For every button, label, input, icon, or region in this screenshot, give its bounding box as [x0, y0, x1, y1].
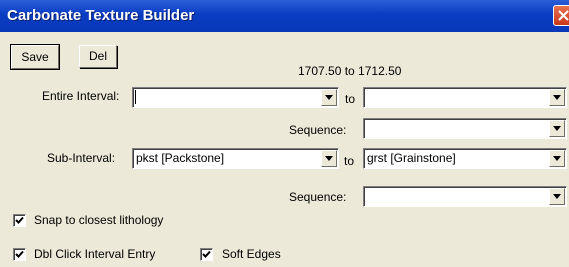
interval-range-label: 1707.50 to 1712.50: [298, 64, 402, 78]
entire-interval-to-dropdown-arrow[interactable]: [549, 89, 565, 106]
sequence-1-dropdown-arrow[interactable]: [549, 120, 565, 137]
entire-interval-to-select[interactable]: [363, 87, 567, 108]
sub-interval-to-label: to: [344, 154, 355, 168]
save-button[interactable]: Save: [10, 44, 60, 70]
sub-interval-from-dropdown-arrow[interactable]: [321, 150, 337, 167]
entire-interval-from-select[interactable]: [132, 87, 339, 108]
chevron-down-icon: [325, 95, 333, 100]
checkmark-icon: [202, 250, 211, 258]
soft-edges-checkbox[interactable]: [200, 248, 213, 261]
chevron-down-icon: [553, 95, 561, 100]
snap-label: Snap to closest lithology: [34, 213, 164, 227]
chevron-down-icon: [553, 126, 561, 131]
entire-interval-label: Entire Interval:: [42, 89, 120, 103]
soft-edges-label: Soft Edges: [222, 247, 281, 261]
sequence-1-select[interactable]: [363, 118, 567, 139]
checkmark-icon: [15, 250, 24, 258]
sub-interval-to-dropdown-arrow[interactable]: [549, 150, 565, 167]
sub-interval-from-select[interactable]: pkst [Packstone]: [132, 148, 339, 169]
sequence-1-label: Sequence:: [289, 123, 347, 137]
dbl-click-label: Dbl Click Interval Entry: [34, 247, 156, 261]
close-button[interactable]: [553, 5, 569, 26]
sub-interval-to-value: grst [Grainstone]: [367, 151, 456, 165]
text-caret: [135, 90, 136, 104]
checkmark-icon: [15, 216, 24, 224]
entire-interval-to-label: to: [345, 92, 356, 106]
sequence-2-dropdown-arrow[interactable]: [549, 188, 565, 205]
chevron-down-icon: [553, 194, 561, 199]
chevron-down-icon: [325, 156, 333, 161]
sequence-2-label: Sequence:: [289, 190, 347, 204]
sub-interval-to-select[interactable]: grst [Grainstone]: [363, 148, 567, 169]
title-bar: Carbonate Texture Builder: [0, 0, 569, 32]
sub-interval-label: Sub-Interval:: [47, 151, 116, 165]
chevron-down-icon: [553, 156, 561, 161]
dbl-click-checkbox[interactable]: [13, 248, 26, 261]
window-title: Carbonate Texture Builder: [7, 7, 195, 24]
delete-button[interactable]: Del: [79, 45, 117, 68]
sequence-2-select[interactable]: [363, 186, 567, 207]
sub-interval-from-value: pkst [Packstone]: [136, 151, 225, 165]
entire-interval-from-dropdown-arrow[interactable]: [321, 89, 337, 106]
close-icon: [558, 10, 569, 21]
snap-checkbox[interactable]: [13, 214, 26, 227]
